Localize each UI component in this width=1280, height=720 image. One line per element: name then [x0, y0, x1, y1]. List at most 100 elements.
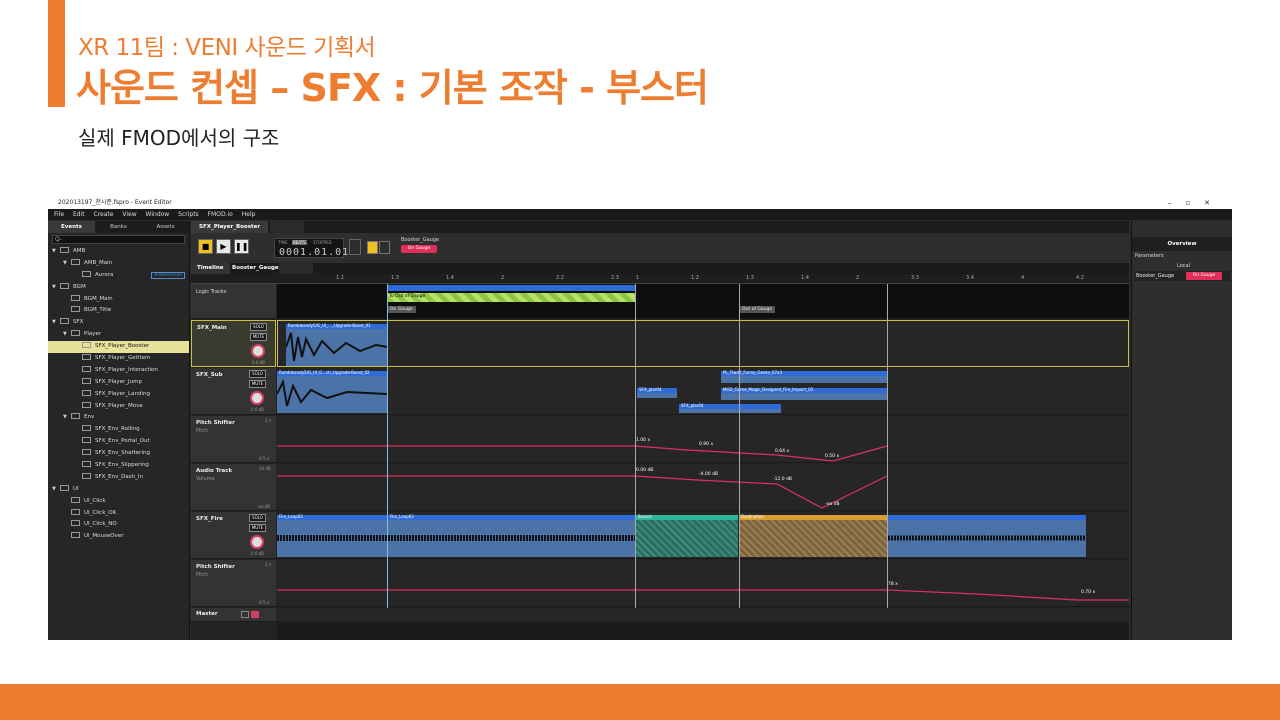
tab-banks[interactable]: Banks — [95, 221, 142, 233]
tree-event[interactable]: UI_Click_NO — [48, 519, 189, 531]
automation-curve[interactable] — [277, 560, 1129, 607]
automation-header-pitch-2[interactable]: Pitch Shifter Pitch 2 x 0.5 x — [191, 560, 276, 607]
lane-volume-automation[interactable]: 0.00 dB -4.00 dB -12.0 dB -oo dB — [277, 464, 1129, 511]
lcd-beats-label[interactable]: BEATS — [292, 240, 307, 245]
expand-arrow-icon[interactable]: ▼ — [52, 282, 60, 294]
tree-folder[interactable]: ▼ Env — [48, 412, 189, 424]
maximize-button[interactable]: ▫ — [1185, 199, 1204, 207]
master-volume[interactable] — [251, 611, 259, 618]
tree-folder[interactable]: ▼ BGM — [48, 282, 189, 294]
overview-param-value[interactable]: On Gauge — [1186, 272, 1222, 280]
audio-clip[interactable] — [888, 515, 1086, 557]
audio-clip[interactable]: PL_Tiwd0_Funny_Geeks_07a3 — [721, 370, 887, 383]
tab-event[interactable]: SFX_Player_Booster — [191, 221, 269, 233]
menu-scripts[interactable]: Scripts — [178, 211, 199, 218]
tree-event[interactable]: SFX_Env_Slippering — [48, 460, 189, 472]
loop-region[interactable] — [387, 285, 635, 291]
mute-button[interactable]: MUTE — [249, 380, 266, 388]
tree-event[interactable]: UI_Click_OK — [48, 508, 189, 520]
tab-add[interactable] — [279, 263, 313, 274]
list-view-icon[interactable] — [367, 241, 378, 254]
tree-event[interactable]: SFX_Env_Portal_Out — [48, 436, 189, 448]
audio-clip-destination[interactable]: Destination — [739, 514, 887, 557]
browser-search-input[interactable]: Q- — [52, 235, 185, 244]
tree-event[interactable]: SFX_Player_Move — [48, 401, 189, 413]
automation-header-pitch[interactable]: Pitch Shifter Pitch 2 x 0.5 x — [191, 416, 276, 463]
menu-file[interactable]: File — [54, 211, 64, 218]
timeline-ruler[interactable]: 1.2 1.3 1.4 2 2.2 2.3 1 1.2 1.3 1.4 2 3.3 3.4 4 4.2 — [191, 274, 1129, 284]
lane-pitch-automation[interactable]: 1.00 x 0.90 x 0.64 x 0.50 x — [277, 416, 1129, 463]
audio-clip[interactable]: Fire_Loop03 — [277, 514, 387, 557]
tree-event[interactable]: SFX_Player_GetItem — [48, 353, 189, 365]
tree-event[interactable]: SFX_Player_Landing — [48, 389, 189, 401]
expand-arrow-icon[interactable]: ▼ — [52, 246, 60, 258]
automation-header-volume[interactable]: Audio Track Volume 10 dB -oo dB — [191, 464, 276, 511]
tab-events[interactable]: Events — [48, 221, 95, 233]
param-value-pill[interactable]: On Gauge — [401, 245, 437, 253]
lane-sfx-main[interactable]: Rumbleandy5/G_UI_..._Upgrade-Boost_01 — [277, 320, 1129, 367]
menu-help[interactable]: Help — [242, 211, 256, 218]
transition-region[interactable]: To Out of Gauge — [387, 293, 635, 302]
solo-button[interactable]: SOLO — [249, 370, 266, 378]
audio-clip[interactable]: Fire_Loop03 — [388, 514, 635, 557]
solo-button[interactable]: SOLO — [249, 514, 266, 522]
tree-event[interactable]: UI_Click — [48, 496, 189, 508]
menu-create[interactable]: Create — [94, 211, 114, 218]
menu-window[interactable]: Window — [146, 211, 170, 218]
audio-clip[interactable]: SFX_plar04 — [679, 403, 781, 413]
lane-sfx-fire[interactable]: Fire_Loop03 Fire_Loop03 Source Destinati… — [277, 512, 1129, 559]
tree-event[interactable]: SFX_Env_Dash_In — [48, 472, 189, 484]
grid-view-icon[interactable] — [379, 241, 390, 254]
tab-new[interactable] — [270, 221, 305, 233]
audio-clip[interactable]: Rumbleandy5/G_UI_..._Upgrade-Boost_01 — [285, 323, 389, 366]
tree-event[interactable]: SFX_Env_Rolling — [48, 424, 189, 436]
tree-folder[interactable]: ▼ SFX — [48, 317, 189, 329]
view-toggle[interactable] — [367, 241, 391, 254]
volume-knob[interactable] — [250, 391, 264, 405]
close-button[interactable]: ✕ — [1204, 199, 1224, 207]
tree-event[interactable]: SFX_Player_Booster — [48, 341, 189, 354]
expand-arrow-icon[interactable]: ▼ — [63, 412, 71, 424]
automation-curve[interactable] — [277, 416, 1129, 463]
overview-param[interactable]: Booster_Gauge On Gauge — [1134, 271, 1230, 281]
tree-event[interactable]: UI_MouseOver — [48, 531, 189, 543]
audio-clip[interactable]: SFX_plar04 — [637, 387, 677, 398]
tree-event[interactable]: BGM_Main — [48, 294, 189, 306]
track-header-sfx-main[interactable]: SFX_Main SOLO MUTE 0.0 dB — [191, 320, 276, 367]
tree-folder[interactable]: ▼ AMB_Main — [48, 258, 189, 270]
loop-toggle[interactable] — [349, 239, 361, 255]
expand-arrow-icon[interactable]: ▼ — [52, 317, 60, 329]
overview-section[interactable]: Parameters — [1132, 251, 1232, 261]
lane-sfx-sub[interactable]: Rumbleandy5/G_UI_G...ch_Upgrade-Boost_02… — [276, 368, 1129, 415]
playhead[interactable] — [387, 284, 388, 608]
menu-edit[interactable]: Edit — [73, 211, 85, 218]
menu-view[interactable]: View — [122, 211, 136, 218]
volume-knob[interactable] — [251, 344, 265, 358]
audio-clip[interactable]: Rumbleandy5/G_UI_G...ch_Upgrade-Boost_02 — [276, 370, 388, 413]
tree-folder[interactable]: ▼ Player — [48, 329, 189, 341]
tab-assets[interactable]: Assets — [142, 221, 189, 233]
mute-button[interactable]: MUTE — [249, 524, 266, 532]
tree-event[interactable]: BGM_Title — [48, 305, 189, 317]
tree-event[interactable]: Aurora #referenced — [48, 270, 189, 282]
master-mute[interactable] — [241, 611, 249, 618]
play-button[interactable]: ▶ — [216, 239, 231, 254]
tree-event[interactable]: SFX_Env_Shattering — [48, 448, 189, 460]
tree-event[interactable]: SFX_Player_Interaction — [48, 365, 189, 377]
solo-button[interactable]: SOLO — [250, 323, 267, 331]
tab-booster-gauge[interactable]: Booster_Gauge — [226, 263, 285, 274]
track-header-sfx-sub[interactable]: SFX_Sub SOLO MUTE 0.0 dB — [191, 368, 276, 415]
minimize-button[interactable]: – — [1168, 199, 1186, 207]
tree-event[interactable]: SFX_Player_Jump — [48, 377, 189, 389]
track-header-sfx-fire[interactable]: SFX_Fire SOLO MUTE 0.0 dB — [191, 512, 276, 559]
track-header-master[interactable]: Master — [191, 608, 276, 622]
audio-clip-source[interactable]: Source — [636, 514, 738, 557]
tree-folder[interactable]: ▼ UI — [48, 484, 189, 496]
audio-clip[interactable]: MGD_Game_Magic_Designed_Fire_Impact_05 — [721, 387, 887, 400]
expand-arrow-icon[interactable]: ▼ — [63, 329, 71, 341]
menu-fmodio[interactable]: FMOD.io — [208, 211, 233, 218]
expand-arrow-icon[interactable]: ▼ — [63, 258, 71, 270]
lane-pitch-automation-2[interactable]: 78 x 0.70 x — [277, 560, 1129, 607]
tab-timeline[interactable]: Timeline — [191, 263, 230, 274]
logic-lane[interactable]: To Out of Gauge On Gauge Out of Gauge — [277, 284, 1129, 319]
